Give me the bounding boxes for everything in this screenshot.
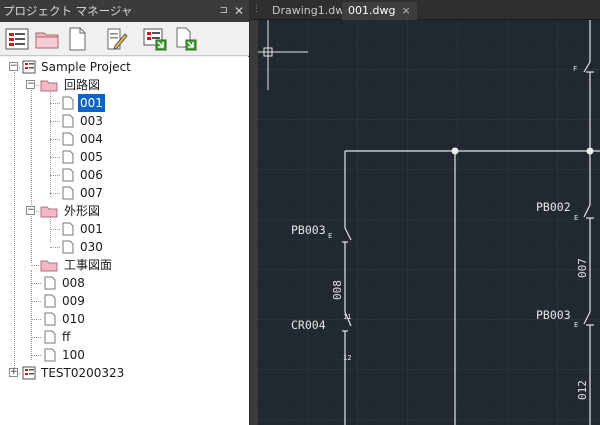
wire-label-008: 008: [331, 280, 344, 300]
junction-dot: [586, 147, 594, 155]
tree-item-label: TEST0200323: [41, 366, 125, 380]
document-icon: [69, 27, 86, 51]
folder-icon: [40, 260, 58, 272]
tree-item-label: 008: [62, 276, 85, 290]
label-pb003: PB003: [291, 223, 326, 237]
folder-open-icon: [40, 80, 58, 92]
tree-item-label: 外形図: [64, 204, 101, 218]
tab-close-icon[interactable]: ×: [401, 4, 410, 17]
export-icon: [176, 27, 197, 51]
label-f: F: [573, 65, 577, 73]
label-e: E: [574, 214, 578, 222]
tree-item-label: 003: [80, 114, 103, 128]
project-icon: [22, 60, 36, 74]
tree-item-label: 006: [80, 168, 103, 182]
tree-item-label: 030: [80, 240, 103, 254]
tree-item-label: 005: [80, 150, 103, 164]
document-icon: [44, 276, 56, 290]
document-icon: [44, 294, 56, 308]
tab-label: 001.dwg: [348, 4, 396, 17]
tab-label: Drawing1.dwg: [272, 4, 352, 17]
document-icon: [62, 150, 74, 164]
tree-item-label: 回路図: [64, 78, 101, 92]
panel-title: プロジェクト マネージャ: [3, 4, 133, 18]
project-tree: − Sample Project − 回路図 001 003 004 005 0…: [0, 57, 249, 425]
expand-toggle[interactable]: +: [9, 368, 18, 377]
tree-item-label: 010: [62, 312, 85, 326]
document-icon: [62, 186, 74, 200]
tree-item-label: 工事図面: [64, 258, 113, 272]
project-icon: [22, 366, 36, 380]
document-icon: [62, 168, 74, 182]
label-contact-11: 11: [343, 313, 351, 321]
tree-item-label: 001: [78, 94, 105, 112]
pin-icon[interactable]: ⊐: [220, 0, 228, 22]
document-icon: [62, 114, 74, 128]
folder-open-icon: [40, 206, 58, 218]
label-pb002: PB002: [536, 200, 571, 214]
document-icon: [62, 240, 74, 254]
label-cr004: CR004: [291, 318, 326, 332]
export-button[interactable]: [172, 26, 198, 52]
document-icon: [44, 312, 56, 326]
collapse-toggle[interactable]: −: [26, 80, 35, 89]
document-icon: [44, 330, 56, 344]
canvas-gutter: [250, 20, 258, 425]
app-window: プロジェクト マネージャ ⊐ ✕ − Sample Project − 回路図 …: [0, 0, 600, 425]
label-e: E: [328, 232, 332, 240]
import-button[interactable]: [142, 26, 168, 52]
wire-label-007: 007: [576, 258, 589, 278]
label-e: E: [574, 321, 578, 329]
tab-grip-icon: ⋮: [252, 4, 261, 14]
document-icon: [62, 96, 74, 110]
panel-title-bar: プロジェクト マネージャ ⊐ ✕: [0, 0, 249, 22]
project-list-button[interactable]: [4, 26, 30, 52]
close-icon[interactable]: ✕: [234, 0, 244, 22]
edit-button[interactable]: [103, 26, 129, 52]
list-icon: [5, 28, 29, 50]
junction-dot: [451, 147, 459, 155]
document-icon: [62, 222, 74, 236]
wire-label-012: 012: [576, 380, 589, 400]
tree-item-label: 009: [62, 294, 85, 308]
drawing-svg: PB003 CR004 PB002 PB003 E E E F 11 12 00…: [258, 20, 600, 425]
collapse-toggle[interactable]: −: [9, 62, 18, 71]
tree-item-label: ff: [62, 330, 71, 344]
new-document-button[interactable]: [64, 26, 90, 52]
document-icon: [62, 132, 74, 146]
import-icon: [143, 28, 167, 51]
drawing-canvas[interactable]: PB003 CR004 PB002 PB003 E E E F 11 12 00…: [258, 20, 600, 425]
project-manager-panel: プロジェクト マネージャ ⊐ ✕ − Sample Project − 回路図 …: [0, 0, 249, 425]
collapse-toggle[interactable]: −: [26, 206, 35, 215]
folder-icon: [35, 32, 59, 49]
tree-item-label: 001: [80, 222, 103, 236]
tree-item-label: 007: [80, 186, 103, 200]
open-folder-button[interactable]: [34, 26, 60, 52]
tree-item-label: 004: [80, 132, 103, 146]
label-pb003-right: PB003: [536, 308, 571, 322]
tree-item-label: Sample Project: [41, 60, 131, 74]
label-contact-12: 12: [343, 354, 351, 362]
edit-icon: [107, 28, 128, 50]
tree-item-label: 100: [62, 348, 85, 362]
tab-001[interactable]: 001.dwg ×: [342, 2, 417, 20]
document-icon: [44, 348, 56, 362]
panel-toolbar: [0, 22, 249, 56]
